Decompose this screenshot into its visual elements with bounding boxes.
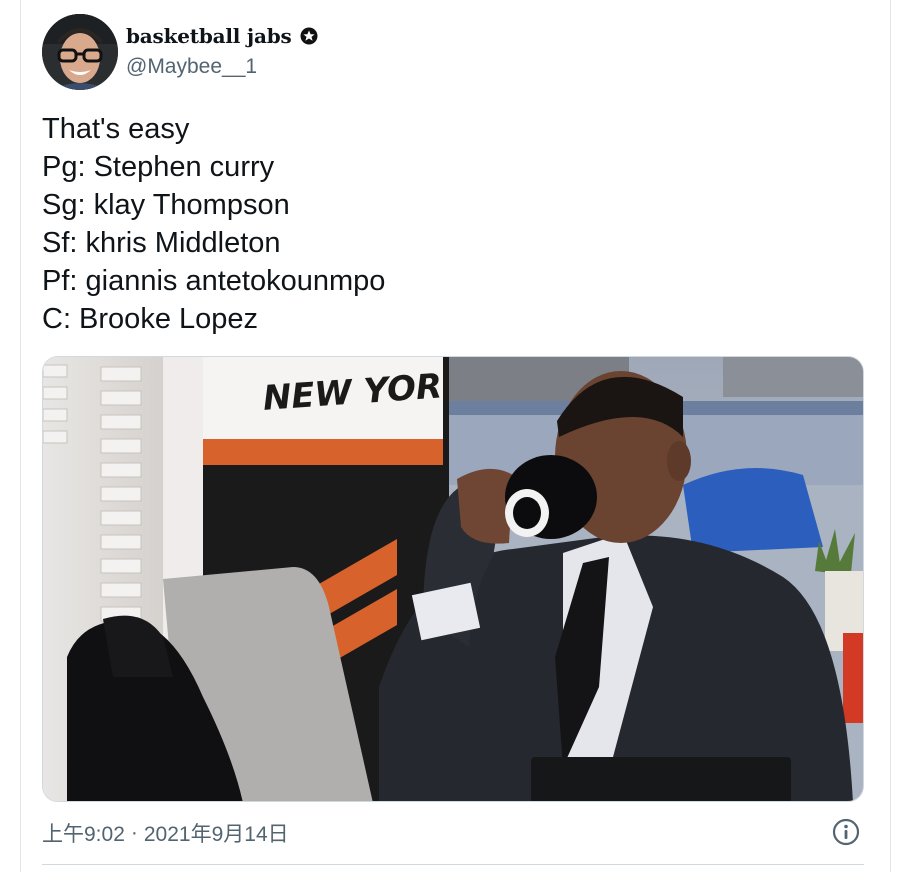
card-right-border — [890, 0, 891, 872]
card-left-border — [20, 0, 21, 872]
verified-badge-icon — [300, 27, 318, 45]
tweet-line: C: Brooke Lopez — [42, 303, 259, 335]
tweet-line: Pg: Stephen curry — [42, 151, 275, 183]
author-avatar[interactable] — [42, 14, 118, 90]
author-display-name[interactable]: basketball jabs — [126, 24, 292, 48]
author-name-row[interactable]: basketball jabs — [126, 24, 318, 48]
tweet-timestamp[interactable]: 上午9:02 · 2021年9月14日 — [42, 818, 289, 848]
tweet-text: That's easy Pg: Stephen curry Sg: klay T… — [42, 110, 862, 338]
tweet-line: That's easy — [42, 113, 190, 145]
bottom-divider — [42, 864, 864, 865]
tweet-time[interactable]: 上午9:02 — [42, 818, 125, 848]
info-icon[interactable] — [832, 818, 860, 846]
tweet-date[interactable]: 2021年9月14日 — [144, 818, 289, 848]
tweet-media-video[interactable]: NEW YORK — [42, 356, 864, 802]
tweet-line: Sg: klay Thompson — [42, 189, 290, 221]
author-handle[interactable]: @Maybee__1 — [126, 55, 257, 79]
timestamp-separator: · — [130, 821, 138, 844]
tweet-line: Sf: khris Middleton — [42, 227, 281, 259]
tweet-line: Pf: giannis antetokounmpo — [42, 265, 386, 297]
